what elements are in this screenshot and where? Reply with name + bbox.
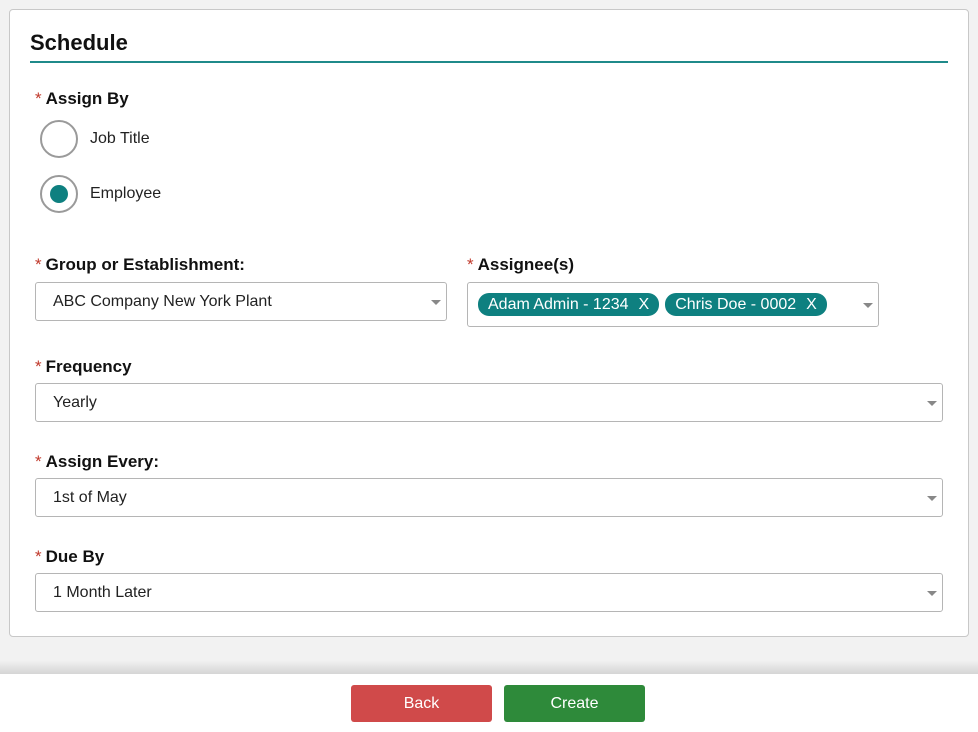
radio-employee-label: Employee [90,185,162,202]
radio-job-title[interactable]: Job Title [40,120,150,158]
assignee-chip-label: Adam Admin - 1234 [488,295,629,313]
assignees-label: * Assignee(s) [467,255,574,275]
remove-chip-icon[interactable]: X [806,296,817,314]
required-marker: * [467,255,474,274]
assignees-label-text: Assignee(s) [477,255,574,274]
assign-every-select-value: 1st of May [53,488,127,506]
assign-every-label-text: Assign Every: [45,452,160,471]
assign-every-select[interactable]: 1st of May [35,478,943,517]
radio-employee[interactable]: Employee [40,175,161,213]
frequency-select[interactable]: Yearly [35,383,943,422]
assign-every-label: * Assign Every: [35,452,159,472]
create-button[interactable]: Create [504,685,645,722]
required-marker: * [35,89,42,108]
page-title: Schedule [30,30,128,55]
frequency-label-text: Frequency [45,357,132,376]
assignee-chip-list: Adam Admin - 1234 X Chris Doe - 0002 X [478,293,827,316]
assignees-multiselect[interactable]: Adam Admin - 1234 X Chris Doe - 0002 X [467,282,879,327]
assignee-chip: Adam Admin - 1234 X [478,293,660,316]
remove-chip-icon[interactable]: X [639,296,650,314]
assign-by-label: * Assign By [35,89,129,109]
required-marker: * [35,255,42,274]
chevron-down-icon[interactable] [927,590,937,596]
required-marker: * [35,547,42,566]
frequency-label: * Frequency [35,357,132,377]
required-marker: * [35,357,42,376]
back-button[interactable]: Back [351,685,492,722]
due-by-select-value: 1 Month Later [53,583,152,601]
assignee-chip: Chris Doe - 0002 X [665,293,827,316]
chevron-down-icon[interactable] [431,299,441,305]
radio-job-title-label: Job Title [90,130,150,147]
group-select-value: ABC Company New York Plant [53,292,272,310]
chevron-down-icon[interactable] [863,302,873,308]
due-by-label: * Due By [35,547,104,567]
chevron-down-icon[interactable] [927,495,937,501]
group-select[interactable]: ABC Company New York Plant [35,282,447,321]
assignee-chip-label: Chris Doe - 0002 [675,295,797,313]
footer-shadow [0,660,978,674]
due-by-label-text: Due By [45,547,105,566]
title-divider [30,61,948,63]
group-label: * Group or Establishment: [35,255,245,275]
schedule-card: Schedule * Assign By Job Title Employee *… [9,9,969,637]
due-by-select[interactable]: 1 Month Later [35,573,943,612]
frequency-select-value: Yearly [53,393,97,411]
footer-bar: Back Create [0,673,978,732]
group-label-text: Group or Establishment: [45,255,245,274]
radio-job-title-control[interactable] [40,120,78,158]
chevron-down-icon[interactable] [927,400,937,406]
assign-by-label-text: Assign By [45,89,129,108]
radio-employee-control[interactable] [40,175,78,213]
required-marker: * [35,452,42,471]
